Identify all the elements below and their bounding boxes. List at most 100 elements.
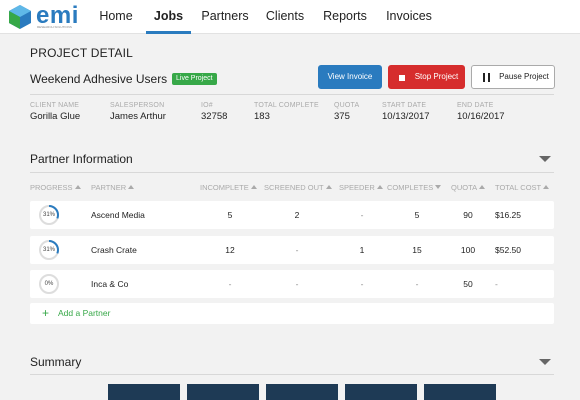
column-header-completes[interactable]: COMPLETES — [387, 183, 442, 192]
sort-arrow-icon — [543, 185, 550, 189]
stat-label: QUOTA — [334, 102, 360, 109]
completes-value: - — [415, 279, 419, 289]
progress-ring: 31% — [38, 239, 60, 261]
summary-stat-box: 15 — [345, 384, 417, 400]
speeder-value: - — [360, 279, 364, 289]
plus-icon: + — [42, 306, 50, 320]
stop-icon — [399, 75, 405, 81]
logo[interactable]: emi RESEARCH SOLUTIONS — [8, 2, 78, 30]
speeder-value: 1 — [359, 245, 365, 255]
column-header-label: SPEEDER — [339, 183, 375, 192]
section-title: PROJECT DETAIL — [30, 46, 134, 60]
stat-value: 183 — [254, 111, 270, 122]
stat-value: 375 — [334, 111, 350, 122]
stop-project-button[interactable]: Stop Project — [388, 65, 465, 89]
column-header-label: SCREENED OUT — [264, 183, 324, 192]
divider — [30, 94, 554, 95]
column-header-label: PARTNER — [91, 183, 127, 192]
progress-ring: 0% — [38, 273, 60, 295]
stat-label: START DATE — [382, 102, 427, 109]
completes-value: 15 — [412, 245, 422, 255]
speeder-value: - — [360, 210, 364, 220]
table-row[interactable]: 31% Crash Crate 12 - 1 15 100 $52.50 — [30, 236, 554, 264]
total-cost-value: $52.50 — [495, 245, 521, 255]
screened-out-value: - — [295, 245, 299, 255]
column-header-partner[interactable]: PARTNER — [91, 183, 135, 192]
sort-arrow-icon — [376, 185, 383, 189]
summary-stat-box: 183 — [108, 384, 180, 400]
nav-invoices[interactable]: Invoices — [381, 0, 437, 34]
table-row[interactable]: 31% Ascend Media 5 2 - 5 90 $16.25 — [30, 201, 554, 229]
pause-project-label: Pause Project — [499, 72, 549, 81]
column-header-label: QUOTA — [451, 183, 478, 192]
nav-partners[interactable]: Partners — [197, 0, 253, 34]
stat-value: James Arthur — [110, 111, 166, 122]
screened-out-value: - — [295, 279, 299, 289]
quota-value: 50 — [463, 279, 473, 289]
sort-arrow-icon — [479, 185, 486, 189]
stat-value: 10/13/2017 — [382, 111, 430, 122]
stat-value: 32758 — [201, 111, 228, 122]
column-header-screened-out[interactable]: SCREENED OUT — [264, 183, 332, 192]
nav-home[interactable]: Home — [92, 0, 140, 34]
summary-title: Summary — [30, 355, 82, 369]
nav-jobs[interactable]: Jobs — [146, 0, 191, 34]
column-header-label: COMPLETES — [387, 183, 434, 192]
stat-value: Gorilla Glue — [30, 111, 81, 122]
view-invoice-button[interactable]: View Invoice — [318, 65, 382, 89]
partner-name: Crash Crate — [91, 245, 137, 255]
add-partner-label: Add a Partner — [58, 308, 111, 318]
summary-stat-box: 20 — [424, 384, 496, 400]
stat-label: TOTAL COMPLETE — [254, 102, 319, 109]
stat-value: 10/16/2017 — [457, 111, 505, 122]
sort-arrow-icon — [250, 185, 257, 189]
stat-client-name: CLIENT NAME Gorilla Glue — [30, 102, 80, 122]
stat-total-complete: TOTAL COMPLETE 183 — [254, 102, 319, 122]
logo-tagline: RESEARCH SOLUTIONS — [37, 25, 72, 29]
total-cost-value: - — [495, 279, 498, 289]
progress-ring: 31% — [38, 204, 60, 226]
nav-clients[interactable]: Clients — [261, 0, 309, 34]
sort-arrow-icon — [128, 185, 135, 189]
add-partner-button[interactable]: + Add a Partner — [30, 303, 554, 324]
project-name: Weekend Adhesive Users — [30, 72, 168, 86]
partner-name: Inca & Co — [91, 279, 129, 289]
column-header-label: PROGRESS — [30, 183, 73, 192]
nav-reports[interactable]: Reports — [318, 0, 372, 34]
sort-arrow-icon — [74, 185, 81, 189]
column-header-label: INCOMPLETE — [200, 183, 249, 192]
column-header-quota[interactable]: QUOTA — [451, 183, 486, 192]
collapse-partners-chevron-icon[interactable] — [539, 156, 551, 162]
column-header-total-cost[interactable]: TOTAL COST — [495, 183, 550, 192]
column-header-speeder[interactable]: SPEEDER — [339, 183, 383, 192]
sort-arrow-icon — [325, 185, 332, 189]
column-header-label: TOTAL COST — [495, 183, 542, 192]
column-header-progress[interactable]: PROGRESS — [30, 183, 81, 192]
incomplete-value: - — [228, 279, 232, 289]
sort-arrow-down-icon — [435, 185, 442, 189]
column-header-incomplete[interactable]: INCOMPLETE — [200, 183, 257, 192]
stat-salesperson: SALESPERSON James Arthur — [110, 102, 166, 122]
quota-value: 100 — [460, 245, 476, 255]
progress-text: 0% — [44, 281, 54, 287]
stat-label: SALESPERSON — [110, 102, 165, 109]
top-nav: emi RESEARCH SOLUTIONS Home Jobs Partner… — [0, 0, 580, 34]
divider — [30, 374, 554, 375]
progress-text: 31% — [42, 212, 55, 218]
stat-io-number: IO# 32758 — [201, 102, 227, 122]
table-row[interactable]: 0% Inca & Co - - - - 50 - — [30, 270, 554, 298]
partner-name: Ascend Media — [91, 210, 145, 220]
logo-hexagon-icon — [9, 5, 31, 29]
summary-stat-box: 27 — [266, 384, 338, 400]
partner-information-title: Partner Information — [30, 152, 133, 166]
total-cost-value: $16.25 — [495, 210, 521, 220]
quota-value: 90 — [463, 210, 473, 220]
collapse-summary-chevron-icon[interactable] — [539, 359, 551, 365]
stat-start-date: START DATE 10/13/2017 — [382, 102, 430, 122]
status-badge: Live Project — [172, 73, 217, 85]
incomplete-value: 12 — [225, 245, 235, 255]
summary-stat-box: 17 — [187, 384, 259, 400]
pause-project-button[interactable]: Pause Project — [471, 65, 555, 89]
stat-quota: QUOTA 375 — [334, 102, 359, 122]
progress-text: 31% — [42, 247, 55, 253]
